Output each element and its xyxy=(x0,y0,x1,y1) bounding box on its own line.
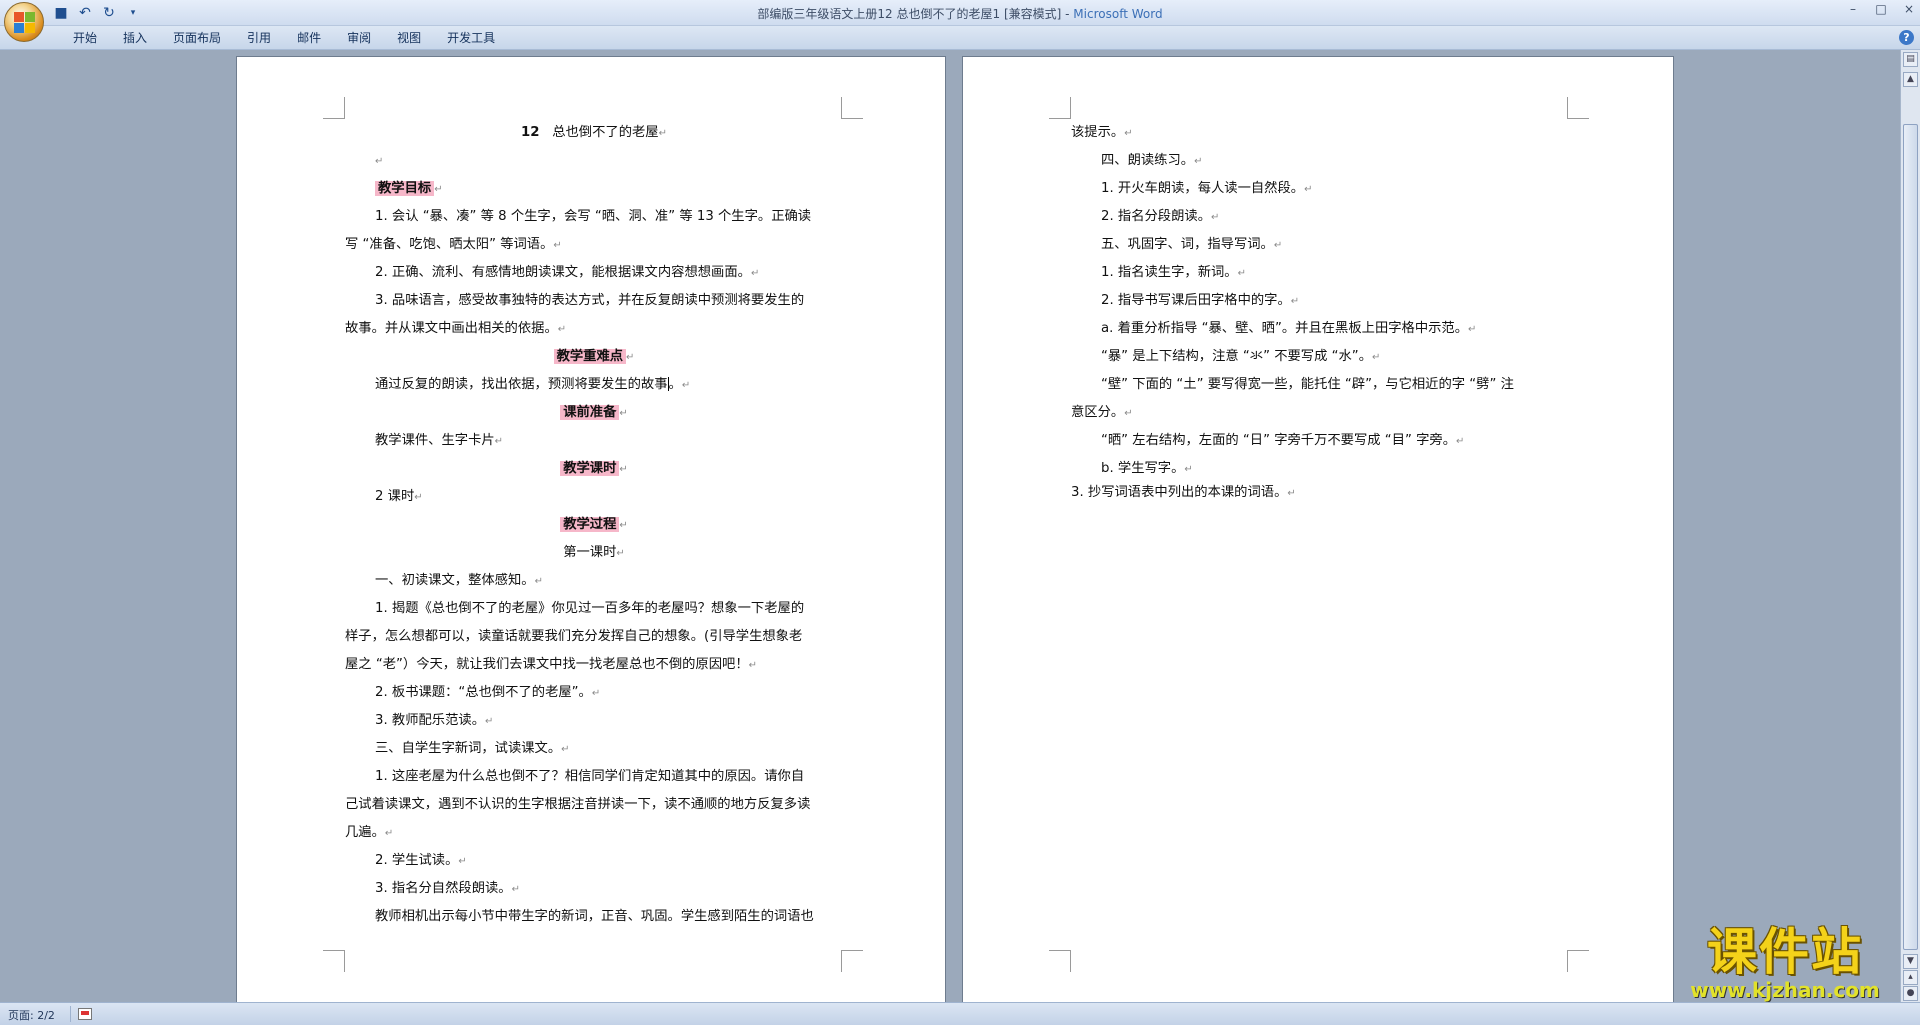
close-button[interactable]: × xyxy=(1902,2,1916,16)
watermark-title: 课件站 xyxy=(1707,923,1863,981)
crop-mark xyxy=(323,950,345,972)
text-cursor xyxy=(667,377,669,391)
scrollbar-thumb[interactable] xyxy=(1903,124,1918,950)
paragraph: b. 学生写字。↵ xyxy=(1101,461,1193,476)
paragraph: 2. 正确、流利、有感情地朗读课文，能根据课文内容想想画面。↵ xyxy=(375,265,760,280)
paragraph: 意区分。↵ xyxy=(1071,405,1133,420)
empty-paragraph: ↵ xyxy=(375,156,384,167)
paragraph: 3. 指名分自然段朗读。↵ xyxy=(375,881,520,896)
heading-preparation: 课前准备 ↵ xyxy=(345,399,843,427)
paragraph: “暴” 是上下结构，注意 “氺” 不要写成 “水”。↵ xyxy=(1101,349,1381,364)
paragraph: 2. 板书课题：“总也倒不了的老屋”。↵ xyxy=(375,685,601,700)
tab-insert[interactable]: 插入 xyxy=(110,30,160,46)
paragraph: 样子，怎么想都可以，读童话就要我们充分发挥自己的想象。(引导学生想象老 xyxy=(345,629,803,644)
watermark-url: www.kjzhan.com xyxy=(1690,978,1880,1002)
tab-review[interactable]: 审阅 xyxy=(334,30,384,46)
ruler-toggle-icon[interactable]: ▤ xyxy=(1903,52,1918,67)
paragraph: 2. 指导书写课后田字格中的字。↵ xyxy=(1101,293,1300,308)
scroll-up-icon[interactable]: ▲ xyxy=(1903,72,1918,87)
paragraph: 通过反复的朗读，找出依据，预测将要发生的故事。↵ xyxy=(375,377,691,392)
paragraph: 一、初读课文，整体感知。↵ xyxy=(375,573,543,588)
paragraph: “壁” 下面的 “土” 要写得宽一些，能托住 “辟”，与它相近的字 “劈” 注 xyxy=(1101,377,1514,392)
select-browse-object-icon[interactable]: ● xyxy=(1903,986,1918,1001)
document-title: 12 总也倒不了的老屋↵ xyxy=(521,125,667,140)
tab-mailings[interactable]: 邮件 xyxy=(284,30,334,46)
document-page-2[interactable]: 该提示。↵ 四、朗读练习。↵ 1. 开火车朗读，每人读一自然段。↵ 2. 指名分… xyxy=(962,56,1674,1002)
tab-developer[interactable]: 开发工具 xyxy=(434,30,508,46)
tab-page-layout[interactable]: 页面布局 xyxy=(160,30,234,46)
office-logo-icon xyxy=(14,12,36,34)
tab-references[interactable]: 引用 xyxy=(234,30,284,46)
paragraph: 1. 开火车朗读，每人读一自然段。↵ xyxy=(1101,181,1313,196)
tab-view[interactable]: 视图 xyxy=(384,30,434,46)
proofing-icon[interactable] xyxy=(78,1008,92,1020)
paragraph: 教学课件、生字卡片↵ xyxy=(375,433,504,448)
paragraph: 3. 抄写词语表中列出的本课的词语。↵ xyxy=(1071,485,1296,500)
paragraph: 教师相机出示每小节中带生字的新词，正音、巩固。学生感到陌生的词语也 xyxy=(375,909,814,924)
paragraph: 1. 指名读生字，新词。↵ xyxy=(1101,265,1246,280)
paragraph: 1. 揭题《总也倒不了的老屋》你见过一百多年的老屋吗？想象一下老屋的 xyxy=(375,601,805,616)
page-2-body[interactable]: 该提示。↵ 四、朗读练习。↵ 1. 开火车朗读，每人读一自然段。↵ 2. 指名分… xyxy=(1071,119,1569,503)
paragraph: 1. 这座老屋为什么总也倒不了？相信同学们肯定知道其中的原因。请你自 xyxy=(375,769,805,784)
heading-process: 教学过程 ↵ xyxy=(345,511,843,539)
heading-key-points: 教学重难点 ↵ xyxy=(345,343,843,371)
crop-mark xyxy=(841,97,863,119)
paragraph: 1. 会认 “暴、凑” 等 8 个生字，会写 “晒、洞、准” 等 13 个生字。… xyxy=(375,209,812,224)
page-1-body[interactable]: 12 总也倒不了的老屋↵ ↵ 教学目标 ↵ 1. 会认 “暴、凑” 等 8 个生字… xyxy=(345,119,843,931)
title-bar: ■ ↶ ↻ ▾ 部编版三年级语文上册12 总也倒不了的老屋1 [兼容模式] - … xyxy=(0,0,1920,42)
paragraph: 五、巩固字、词，指导写词。↵ xyxy=(1101,237,1283,252)
help-icon[interactable]: ? xyxy=(1899,30,1914,45)
crop-mark xyxy=(1567,97,1589,119)
paragraph: 2. 指名分段朗读。↵ xyxy=(1101,209,1220,224)
heading-goal: 教学目标 ↵ xyxy=(345,175,843,203)
status-bar: 页面: 2/2 xyxy=(0,1002,1920,1025)
watermark-logo: 课件站 www.kjzhan.com xyxy=(1668,925,1902,1003)
lesson-heading: 第一课时↵ xyxy=(563,545,625,560)
crop-mark xyxy=(1049,97,1071,119)
paragraph: 故事。并从课文中画出相关的依据。↵ xyxy=(345,321,567,336)
office-button[interactable] xyxy=(4,2,44,42)
document-page-1[interactable]: 12 总也倒不了的老屋↵ ↵ 教学目标 ↵ 1. 会认 “暴、凑” 等 8 个生字… xyxy=(236,56,946,1002)
paragraph: 己试着读课文，遇到不认识的生字根据注音拼读一下，读不通顺的地方反复多读 xyxy=(345,797,811,812)
vertical-scrollbar[interactable]: ▤ ▲ ▼ ▴ ● xyxy=(1900,50,1920,1002)
paragraph: 四、朗读练习。↵ xyxy=(1101,153,1203,168)
window-title: 部编版三年级语文上册12 总也倒不了的老屋1 [兼容模式] - Microsof… xyxy=(757,7,1163,21)
previous-page-icon[interactable]: ▴ xyxy=(1903,970,1918,985)
paragraph: 3. 品味语言，感受故事独特的表达方式，并在反复朗读中预测将要发生的 xyxy=(375,293,805,308)
maximize-button[interactable]: □ xyxy=(1874,2,1888,16)
crop-mark xyxy=(323,97,345,119)
crop-mark xyxy=(1049,950,1071,972)
scroll-down-icon[interactable]: ▼ xyxy=(1903,954,1918,969)
paragraph: 写 “准备、吃饱、晒太阳” 等词语。↵ xyxy=(345,237,562,252)
paragraph: a. 着重分析指导 “暴、壁、晒”。并且在黑板上田字格中示范。↵ xyxy=(1101,321,1477,336)
paragraph: 该提示。↵ xyxy=(1071,125,1133,140)
document-workspace: 12 总也倒不了的老屋↵ ↵ 教学目标 ↵ 1. 会认 “暴、凑” 等 8 个生字… xyxy=(0,50,1900,1002)
paragraph: 3. 教师配乐范读。↵ xyxy=(375,713,494,728)
crop-mark xyxy=(841,950,863,972)
paragraph: “晒” 左右结构，左面的 “日” 字旁千万不要写成 “目” 字旁。↵ xyxy=(1101,433,1465,448)
paragraph: 三、自学生字新词，试读课文。↵ xyxy=(375,741,570,756)
tab-home[interactable]: 开始 xyxy=(60,30,110,46)
paragraph: 几遍。↵ xyxy=(345,825,394,840)
ribbon-tab-bar: 开始 插入 页面布局 引用 邮件 审阅 视图 开发工具 ? xyxy=(0,26,1920,50)
paragraph: 2. 学生试读。↵ xyxy=(375,853,467,868)
window-controls: – □ × xyxy=(1846,2,1916,16)
status-separator xyxy=(70,1006,71,1022)
minimize-button[interactable]: – xyxy=(1846,2,1860,16)
crop-mark xyxy=(1567,950,1589,972)
paragraph: 2 课时↵ xyxy=(375,489,423,504)
paragraph: 屋之 “老”）今天，就让我们去课文中找一找老屋总也不倒的原因吧！↵ xyxy=(345,657,758,672)
page-number-indicator[interactable]: 页面: 2/2 xyxy=(8,1007,55,1023)
heading-hours: 教学课时 ↵ xyxy=(345,455,843,483)
